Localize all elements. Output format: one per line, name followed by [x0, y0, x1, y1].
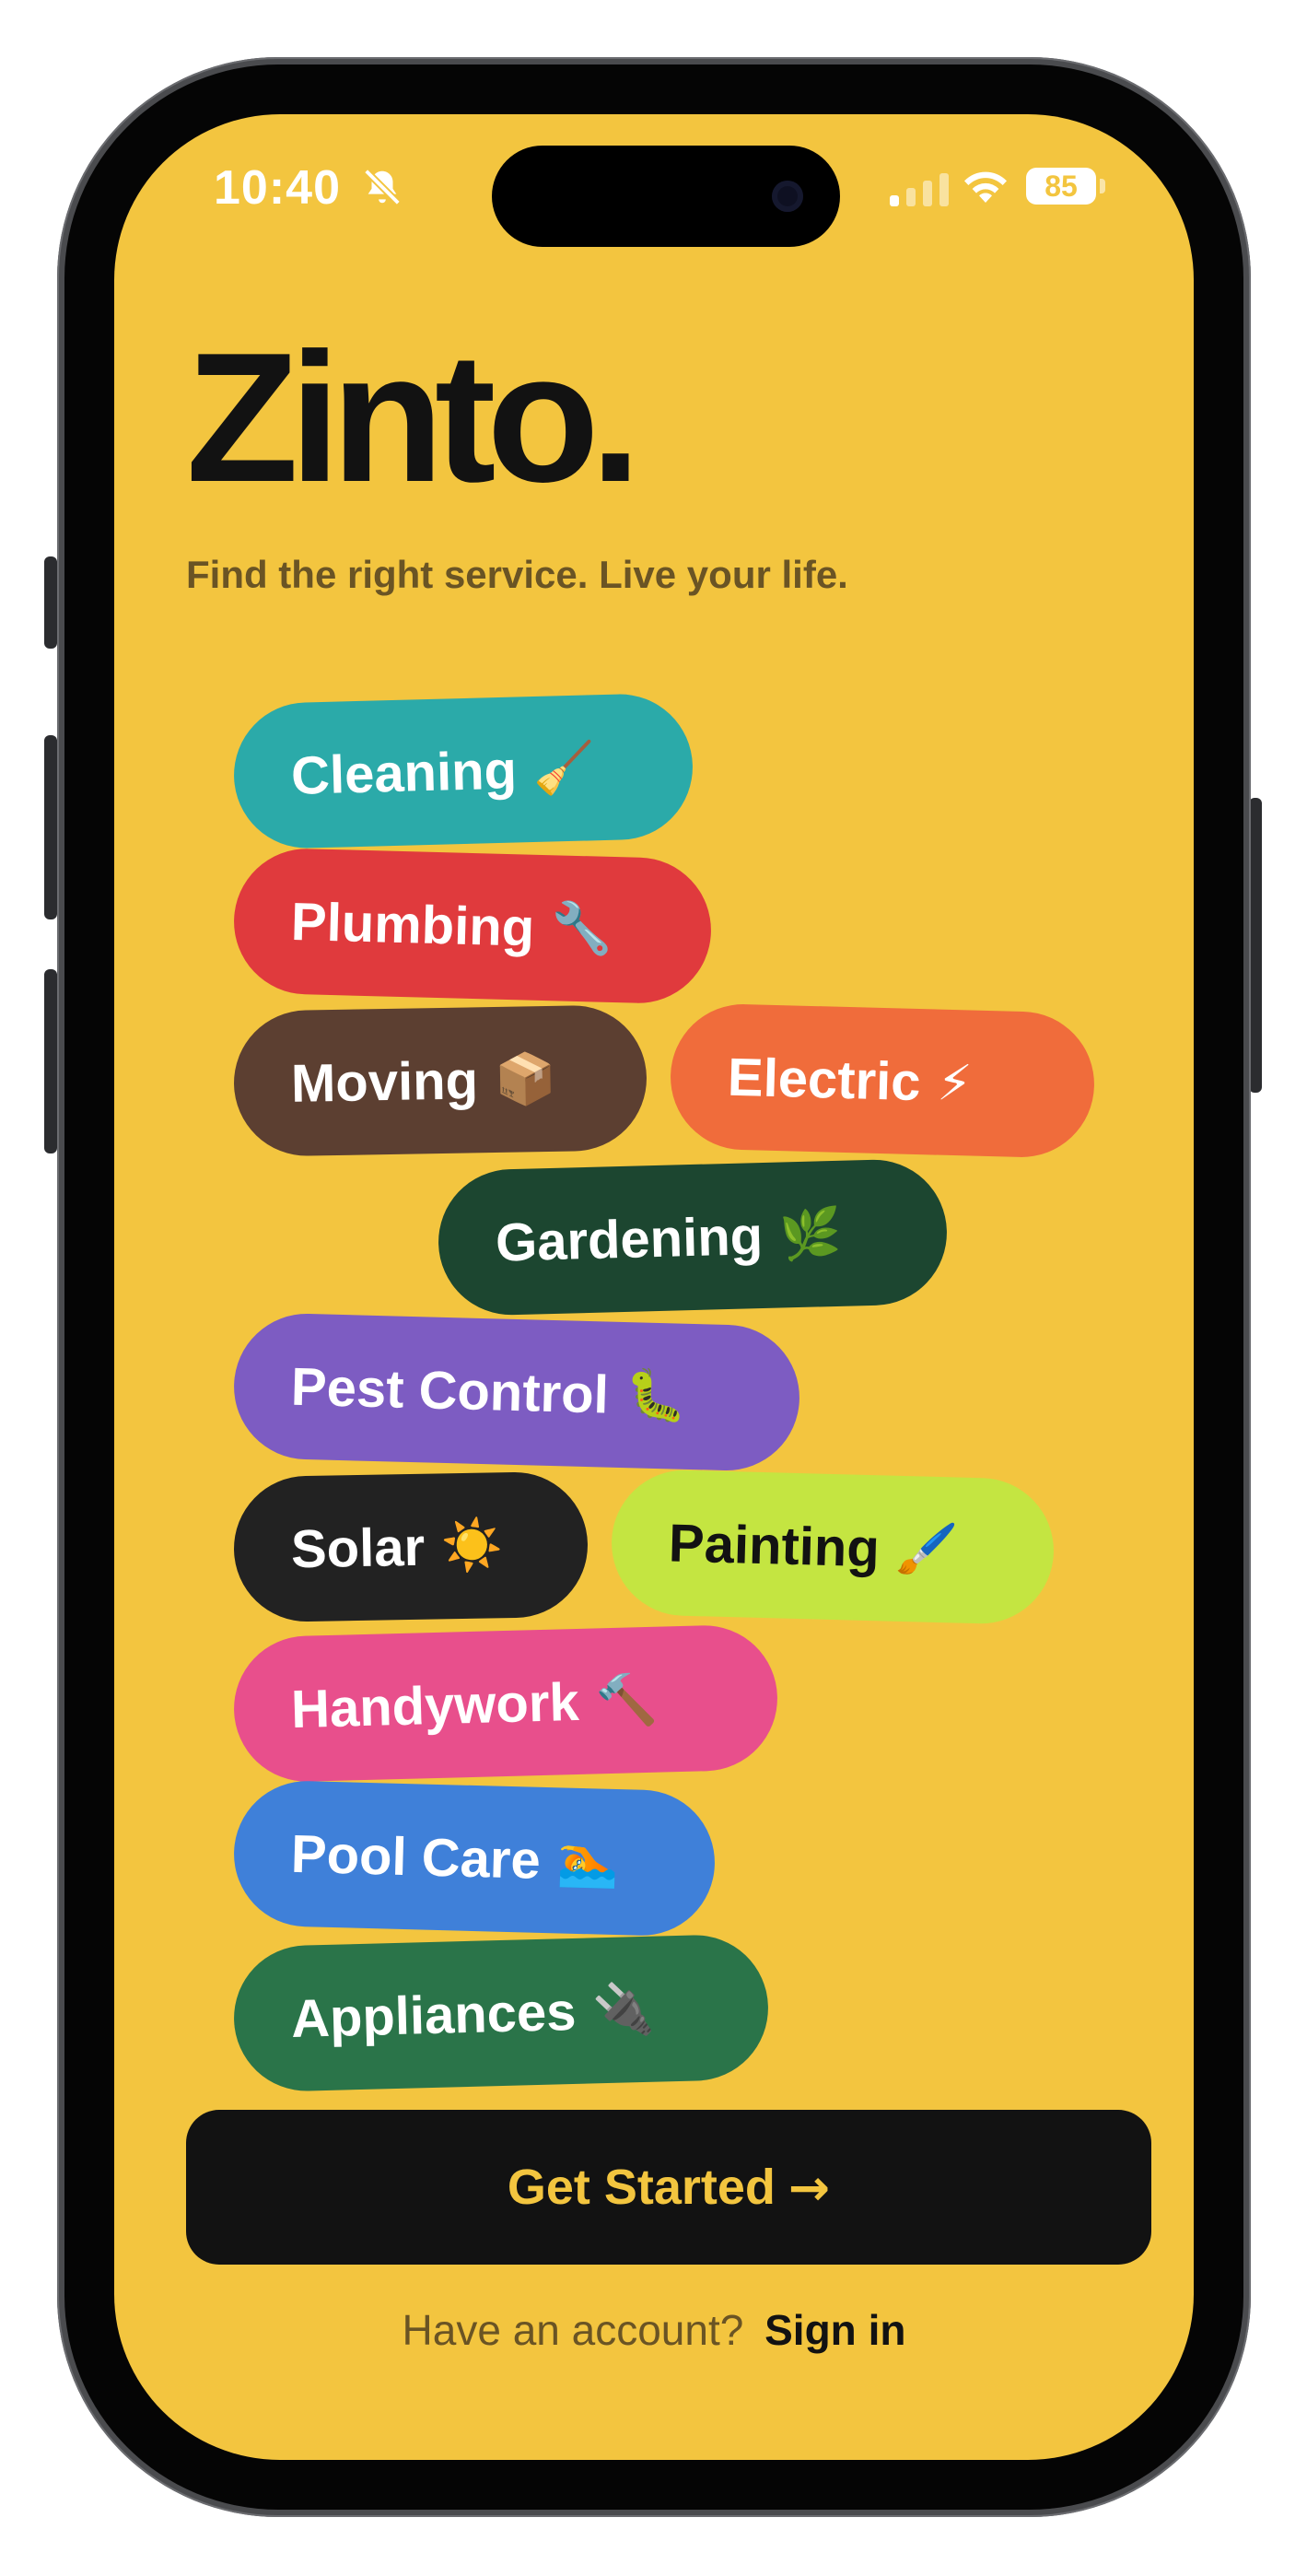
sun-icon: ☀️ [440, 1516, 504, 1575]
service-label: Handywork [290, 1671, 580, 1739]
battery-tip [1100, 179, 1105, 193]
app-tagline: Find the right service. Live your life. [186, 553, 848, 596]
service-pill-pool-care[interactable]: Pool Care 🏊 [232, 1779, 717, 1938]
service-pill-cleaning[interactable]: Cleaning 🧹 [232, 692, 694, 850]
dynamic-island [492, 146, 840, 247]
service-pill-moving[interactable]: Moving 📦 [232, 1004, 648, 1157]
sign-in-link[interactable]: Sign in [764, 2306, 905, 2354]
service-pill-solar[interactable]: Solar ☀️ [232, 1470, 589, 1623]
service-pill-plumbing[interactable]: Plumbing 🔧 [232, 847, 713, 1005]
plug-icon: 🔌 [591, 1979, 656, 2040]
service-pill-appliances[interactable]: Appliances 🔌 [232, 1933, 770, 2093]
lightning-icon: ⚡ [936, 1053, 974, 1113]
service-label: Plumbing [290, 891, 536, 958]
wifi-icon [964, 171, 1007, 203]
status-time: 10:40 [214, 161, 341, 215]
service-pill-painting[interactable]: Painting 🖌️ [610, 1468, 1056, 1626]
service-label: Pool Care [290, 1823, 542, 1891]
service-label: Appliances [290, 1981, 578, 2049]
volume-up-button [44, 735, 57, 919]
signin-row: Have an account? Sign in [114, 2305, 1194, 2355]
app-title: Zinto. [186, 315, 641, 521]
swimmer-icon: 🏊 [555, 1831, 620, 1891]
service-pill-handywork[interactable]: Handywork 🔨 [232, 1623, 779, 1784]
herb-icon: 🌿 [778, 1203, 843, 1264]
paintbrush-icon: 🖌️ [894, 1518, 959, 1579]
get-started-label: Get Started [507, 2160, 776, 2215]
package-icon: 📦 [494, 1048, 557, 1108]
phone-bezel: 10:40 85 Zinto. Find the right service. … [64, 64, 1243, 2510]
service-label: Pest Control [290, 1356, 610, 1425]
service-label: Cleaning [290, 739, 518, 806]
battery-icon: 85 [1026, 168, 1096, 205]
app-screen: 10:40 85 Zinto. Find the right service. … [114, 114, 1194, 2460]
service-label: Solar [290, 1516, 426, 1579]
device-frame: 10:40 85 Zinto. Find the right service. … [0, 0, 1307, 2576]
camera-icon [772, 181, 803, 212]
service-pill-gardening[interactable]: Gardening 🌿 [437, 1157, 949, 1317]
phone-body: 10:40 85 Zinto. Find the right service. … [57, 57, 1251, 2517]
service-label: Painting [668, 1512, 881, 1578]
get-started-button[interactable]: Get Started → [186, 2110, 1151, 2265]
service-label: Electric [727, 1047, 922, 1112]
bell-slash-icon [364, 169, 401, 205]
service-label: Moving [290, 1049, 479, 1114]
hammer-icon: 🔨 [594, 1669, 659, 1730]
volume-down-button [44, 969, 57, 1153]
broom-icon: 🧹 [532, 738, 596, 799]
bug-icon: 🐛 [624, 1365, 688, 1425]
signin-prompt: Have an account? [402, 2306, 744, 2354]
signal-icon [890, 173, 949, 206]
wrench-icon: 🔧 [550, 898, 614, 958]
service-label: Gardening [495, 1205, 764, 1273]
service-pill-electric[interactable]: Electric ⚡ [669, 1002, 1096, 1159]
power-button [1249, 798, 1262, 1093]
arrow-right-icon: → [788, 2158, 831, 2217]
action-button [44, 556, 57, 649]
service-pill-pest-control[interactable]: Pest Control 🐛 [232, 1311, 801, 1473]
